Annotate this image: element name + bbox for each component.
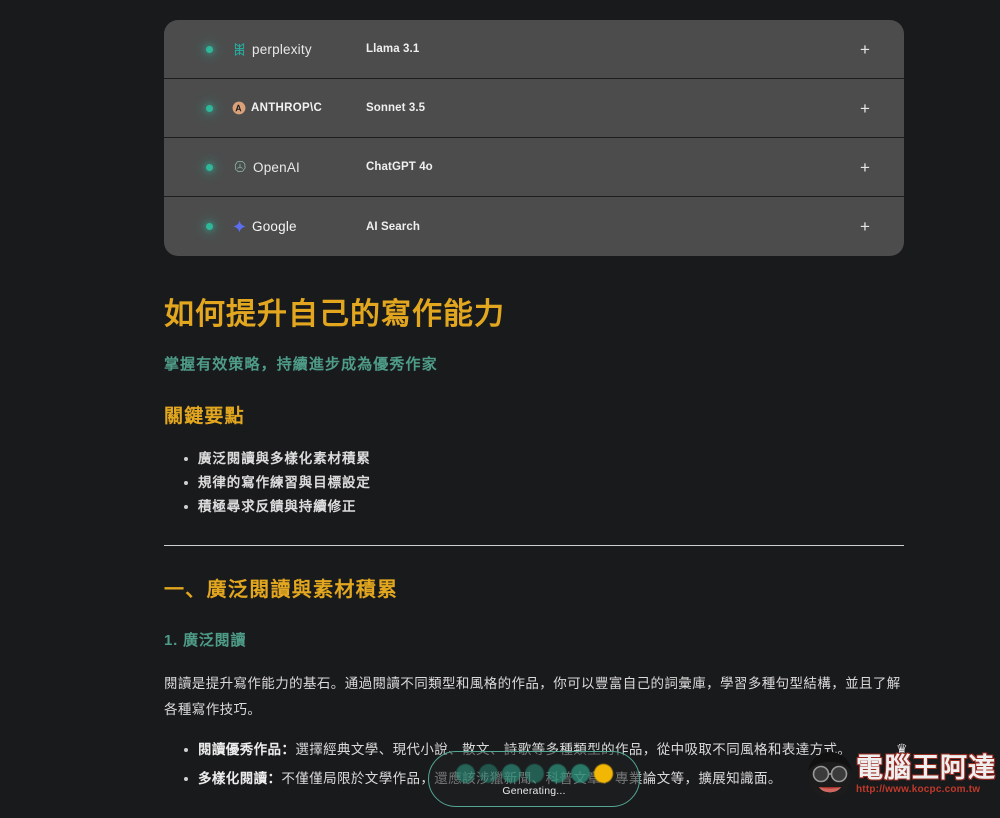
page-subtitle: 掌握有效策略，持續進步成為優秀作家 — [164, 355, 438, 373]
google-gemini-sparkle-icon — [232, 219, 247, 234]
status-indicator-anthropic — [188, 104, 230, 112]
model-row-openai[interactable]: OpenAI ChatGPT 4o + — [164, 138, 904, 197]
status-dot-icon — [205, 104, 213, 112]
status-dot-icon — [205, 163, 213, 171]
model-name-label: Sonnet 3.5 — [366, 102, 426, 114]
loading-dots-icon — [455, 763, 613, 783]
model-row-anthropic[interactable]: ANTHROP\C Sonnet 3.5 + — [164, 79, 904, 138]
list-item-lead: 閱讀優秀作品： — [198, 742, 296, 758]
status-indicator-google — [188, 223, 230, 230]
brand-label: perplexity — [252, 41, 312, 57]
list-item-lead: 多樣化閱讀： — [198, 770, 282, 786]
status-indicator-perplexity — [188, 45, 230, 53]
list-item: 積極尋求反饋與持續修正 — [164, 495, 904, 519]
add-model-button[interactable]: + — [856, 40, 874, 58]
perplexity-logo-icon — [232, 42, 247, 57]
keypoints-heading: 關鍵要點 — [164, 406, 245, 427]
list-item: 廣泛閱讀與多樣化素材積累 — [164, 447, 904, 471]
model-name-label: Llama 3.1 — [366, 43, 420, 55]
brand-perplexity: perplexity — [232, 42, 354, 57]
brand-label: ANTHROP\C — [251, 102, 323, 114]
add-model-button[interactable]: + — [856, 99, 874, 117]
add-model-button[interactable]: + — [856, 218, 874, 236]
page-title: 如何提升自己的寫作能力 — [164, 298, 505, 331]
status-indicator-openai — [188, 163, 230, 171]
subsection-heading: 1. 廣泛閱讀 — [164, 631, 247, 649]
list-item: 規律的寫作練習與目標設定 — [164, 471, 904, 495]
generating-label: Generating... — [502, 784, 566, 797]
generating-status-overlay: Generating... — [428, 751, 640, 807]
status-dot-icon — [205, 45, 213, 53]
brand-label: Google — [252, 219, 297, 234]
brand-label: OpenAI — [253, 159, 300, 175]
add-model-button[interactable]: + — [856, 158, 874, 176]
brand-anthropic: ANTHROP\C — [232, 101, 354, 115]
anthropic-logo-icon — [232, 101, 246, 115]
brand-openai: OpenAI — [232, 159, 354, 175]
model-selector-card: perplexity Llama 3.1 + ANTHROP\C Sonnet … — [164, 20, 904, 256]
model-name-label: AI Search — [366, 220, 420, 233]
openai-logo-icon — [232, 159, 248, 175]
body-paragraph: 閱讀是提升寫作能力的基石。通過閱讀不同類型和風格的作品，你可以豐富自己的詞彙庫，… — [164, 675, 901, 717]
model-row-google[interactable]: Google AI Search + — [164, 197, 904, 256]
status-dot-icon — [205, 223, 213, 230]
article-content: 如何提升自己的寫作能力 掌握有效策略，持續進步成為優秀作家 關鍵要點 廣泛閱讀與… — [164, 295, 904, 794]
model-name-label: ChatGPT 4o — [366, 161, 433, 173]
section-divider — [164, 544, 904, 546]
keypoints-list: 廣泛閱讀與多樣化素材積累 規律的寫作練習與目標設定 積極尋求反饋與持續修正 — [164, 447, 904, 519]
brand-google: Google — [232, 219, 354, 234]
section-heading: 一、廣泛閱讀與素材積累 — [164, 578, 399, 601]
model-row-perplexity[interactable]: perplexity Llama 3.1 + — [164, 20, 904, 79]
